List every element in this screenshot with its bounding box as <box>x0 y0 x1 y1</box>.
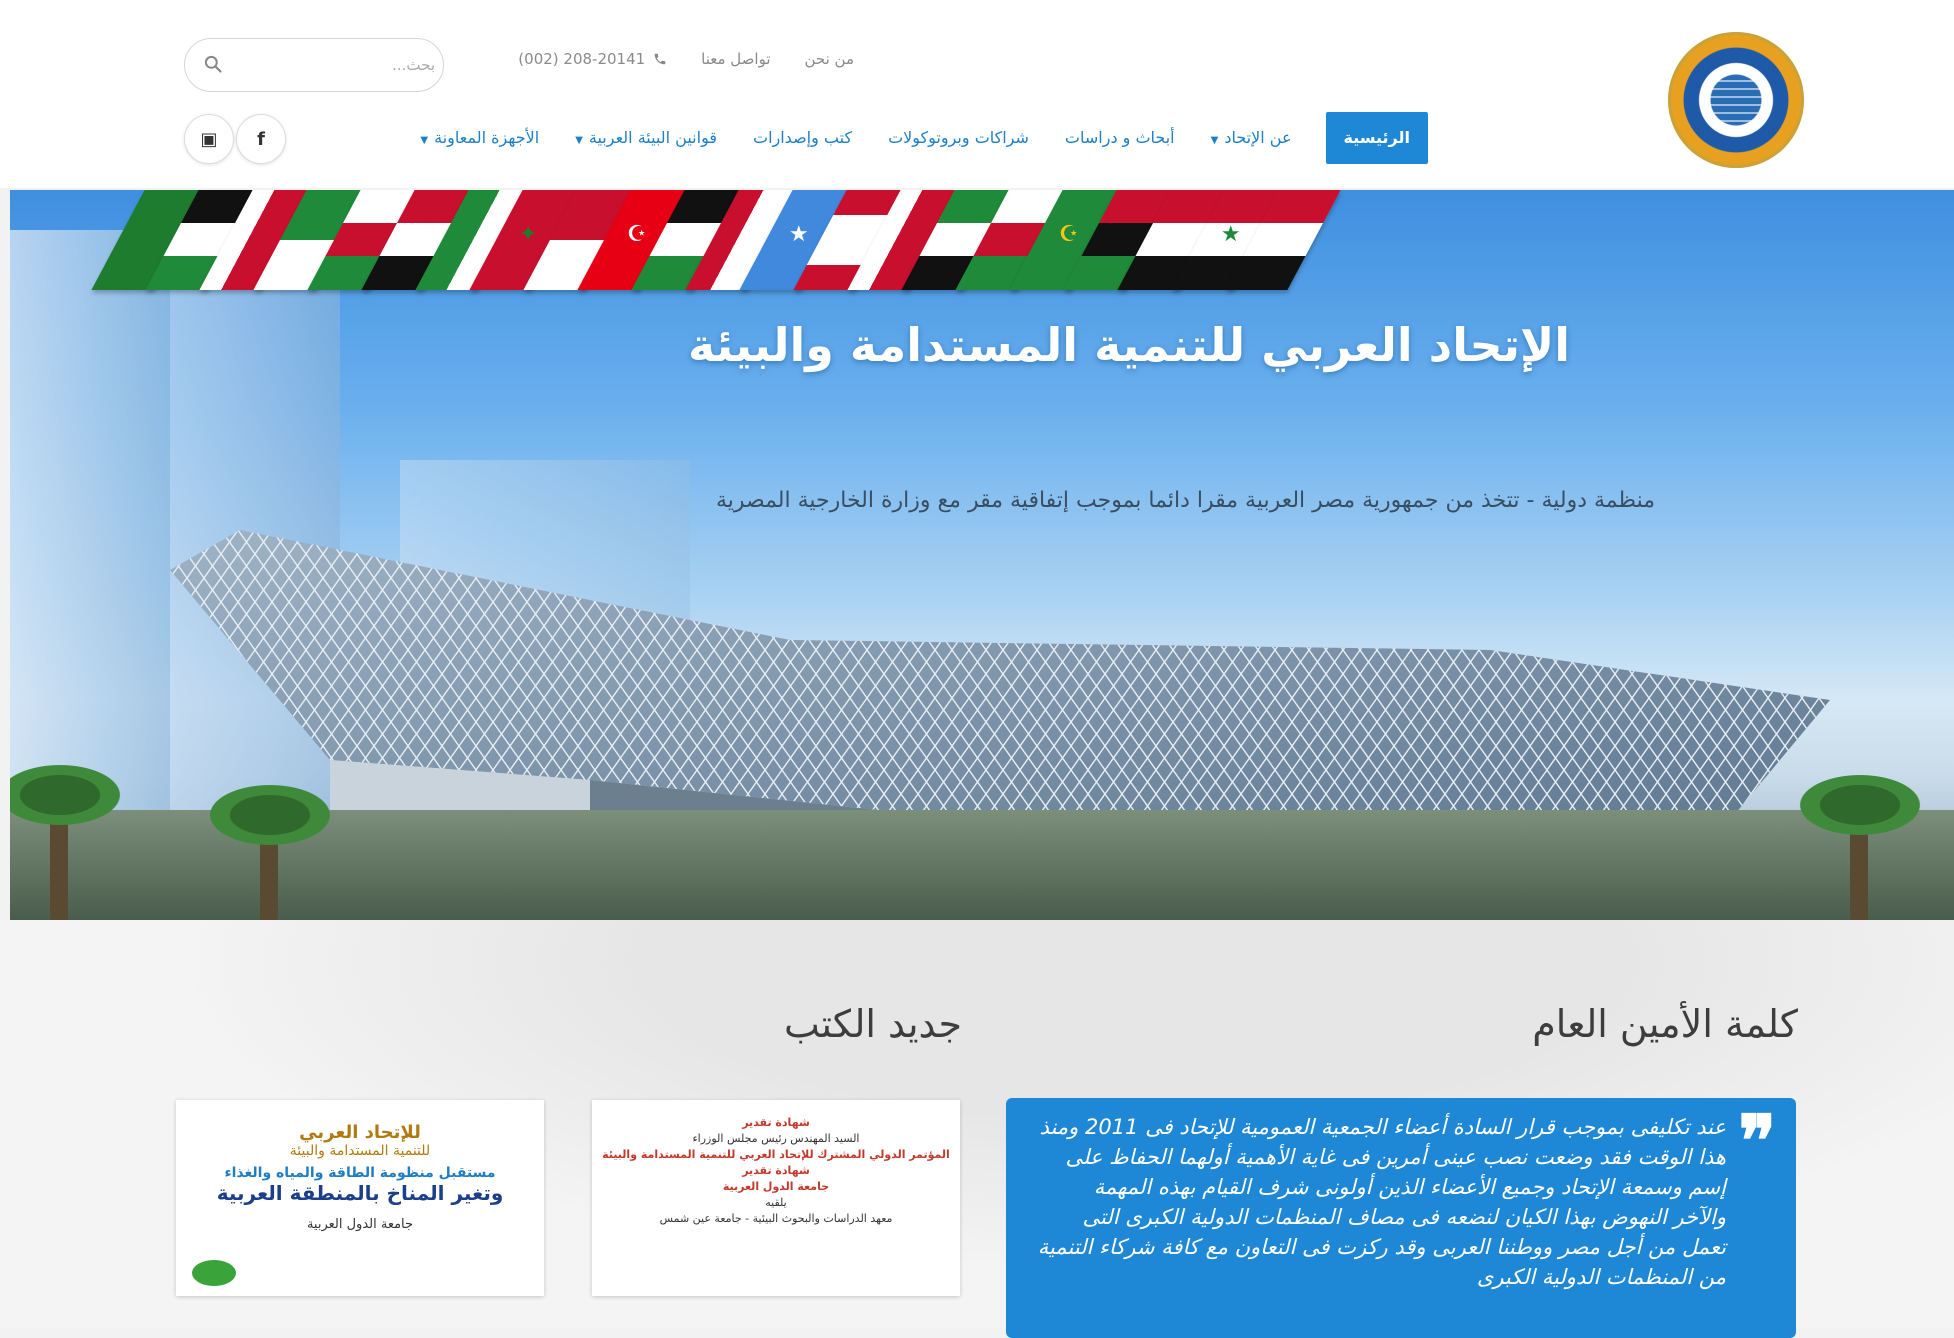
nav-item-label: قوانين البيئة العربية <box>588 128 717 147</box>
nav-item-research[interactable]: أبحاث و دراسات <box>1047 112 1193 164</box>
new-books-heading: جديد الكتب <box>784 1002 962 1046</box>
hero-banner: ★ ✦ ☪ ★ ☪ ★ الإتحاد العربي للتنمية المست… <box>10 190 1954 920</box>
certificate-line: السيد المهندس رئيس مجلس الوزراء <box>692 1132 860 1145</box>
book-card-cover[interactable]: للإتحاد العربي للتنمية المستدامة والبيئة… <box>176 1100 544 1296</box>
youtube-icon: ▣ <box>200 128 218 150</box>
star-icon: ✦ <box>518 222 538 247</box>
quote-icon: ❞ <box>1738 1099 1776 1182</box>
secretary-general-heading: كلمة الأمين العام <box>1532 1002 1798 1046</box>
hero-title: الإتحاد العربي للتنمية المستدامة والبيئة <box>688 318 1570 372</box>
nav-item-partnerships[interactable]: شراكات وبروتوكولات <box>870 112 1047 164</box>
hero-subtitle: منظمة دولية - تتخذ من جمهورية مصر العربي… <box>715 488 1655 513</box>
nav-item-label: أبحاث و دراسات <box>1064 128 1175 147</box>
book-card-certificate[interactable]: شهادة تقدير السيد المهندس رئيس مجلس الوز… <box>592 1100 960 1296</box>
search-box <box>184 38 444 92</box>
nav-item-books[interactable]: كتب وإصدارات <box>735 112 870 164</box>
caret-down-icon: ▼ <box>1210 135 1219 146</box>
nav-item-label: شراكات وبروتوكولات <box>888 128 1029 147</box>
palm-tree <box>200 780 340 920</box>
site-header: من نحن تواصل معنا (002) 208-20141 الرئيس… <box>0 0 1954 188</box>
nav-item-support-bodies[interactable]: الأجهزة المعاونة ▼ <box>402 112 557 164</box>
nav-item-label: الأجهزة المعاونة <box>434 128 540 147</box>
book-publisher: جامعة الدول العربية <box>306 1217 414 1232</box>
logo-globe-icon <box>1706 70 1766 130</box>
about-us-link[interactable]: من نحن <box>805 50 855 68</box>
certificate-line: معهد الدراسات والبحوث البيئية - جامعة عي… <box>659 1212 893 1225</box>
youtube-button[interactable]: ▣ <box>184 114 234 164</box>
arab-flags-banner: ★ ✦ ☪ ★ ☪ ★ <box>91 190 1341 290</box>
palm-tree <box>10 760 130 920</box>
book-title-line: للتنمية المستدامة والبيئة <box>289 1143 431 1159</box>
search-input[interactable] <box>233 55 437 75</box>
secretary-quote-box[interactable]: ❞ عند تكليفى بموجب قرار السادة أعضاء الج… <box>1006 1098 1796 1338</box>
nav-item-label: الرئيسية <box>1343 128 1411 147</box>
phone-icon <box>654 53 666 65</box>
phone-text: (002) 208-20141 <box>518 50 646 68</box>
nav-item-home[interactable]: الرئيسية <box>1325 112 1428 164</box>
caret-down-icon: ▼ <box>420 135 429 146</box>
facebook-button[interactable]: f <box>236 114 286 164</box>
caret-down-icon: ▼ <box>575 135 583 146</box>
certificate-line: جامعة الدول العربية <box>722 1180 830 1193</box>
nav-item-environment-laws[interactable]: قوانين البيئة العربية ▼ <box>557 112 735 164</box>
book-title-line: مستقبل منظومة الطاقة والمياه والغذاء <box>224 1165 496 1181</box>
certificate-line: شهادة تقدير <box>742 1116 810 1129</box>
palm-tree <box>1790 770 1930 920</box>
main-nav: الرئيسية عن الإتحاد ▼ أبحاث و دراسات شراك… <box>402 112 1428 164</box>
certificate-line: يلقيه <box>765 1196 787 1209</box>
book-title-line: وتغير المناخ بالمنطقة العربية <box>216 1181 504 1205</box>
leaf-icon <box>192 1260 236 1286</box>
union-logo[interactable] <box>1668 32 1804 168</box>
quote-text: عند تكليفى بموجب قرار السادة أعضاء الجمع… <box>1037 1115 1726 1289</box>
crescent-icon: ☪ <box>626 222 647 247</box>
certificate-line: المؤتمر الدولي المشترك للإتحاد العربي لل… <box>602 1148 950 1161</box>
search-icon[interactable] <box>203 54 223 74</box>
nav-item-label: عن الإتحاد <box>1224 128 1292 147</box>
crescent-icon: ☪ <box>1058 222 1079 247</box>
facebook-icon: f <box>257 128 265 150</box>
phone-number: (002) 208-20141 <box>518 50 667 68</box>
nav-item-about-union[interactable]: عن الإتحاد ▼ <box>1193 112 1310 164</box>
certificate-line: شهادة تقدير <box>742 1164 810 1177</box>
star-icon: ★ <box>788 222 809 247</box>
star-icon: ★ <box>1220 222 1241 247</box>
star-icon: ★ <box>356 222 377 247</box>
nav-item-label: كتب وإصدارات <box>753 128 853 147</box>
top-bar: من نحن تواصل معنا (002) 208-20141 <box>518 50 854 68</box>
book-title-line: للإتحاد العربي <box>299 1122 421 1143</box>
contact-us-link[interactable]: تواصل معنا <box>701 50 770 68</box>
